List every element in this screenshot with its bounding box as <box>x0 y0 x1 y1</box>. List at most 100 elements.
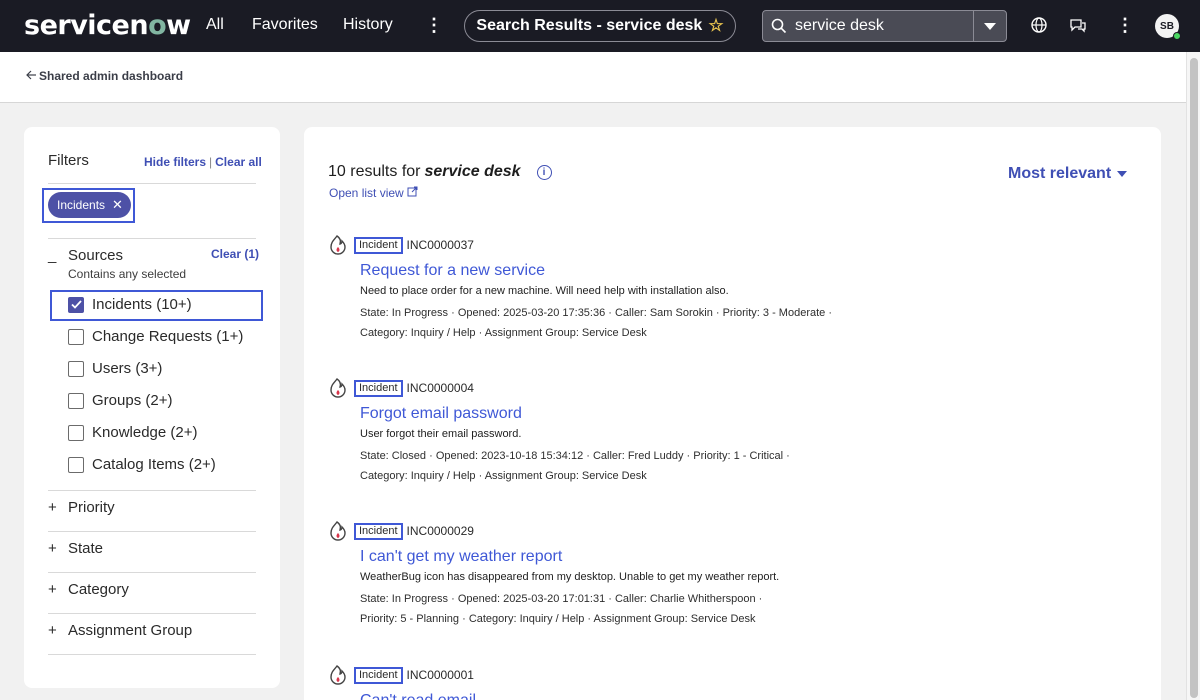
filters-panel: Filters Hide filters | Clear all Incidents… <box>24 127 280 688</box>
servicenow-logo[interactable]: servicenow <box>24 10 191 41</box>
breadcrumb-label: Shared admin dashboard <box>39 69 184 83</box>
sources-subtitle: Contains any selected <box>68 267 187 281</box>
checkbox[interactable] <box>68 360 84 377</box>
sources-clear-link[interactable]: Clear (1) <box>211 247 259 261</box>
incident-flame-icon <box>328 664 350 686</box>
accordion-label: Priority <box>68 499 115 516</box>
open-list-view-link[interactable]: Open list view <box>329 186 418 200</box>
accordion-label: Assignment Group <box>68 622 193 639</box>
divider <box>48 531 256 532</box>
result-title-link[interactable]: Request for a new service <box>360 262 1148 280</box>
record-number: INC0000004 <box>406 381 474 395</box>
context-title-pill[interactable]: Search Results - service desk ☆ <box>464 10 736 42</box>
result-title-link[interactable]: Forgot email password <box>360 405 1148 423</box>
meta-line: Category: Inquiry / Help · Assignment Gr… <box>360 470 647 482</box>
open-list-label: Open list view <box>329 186 404 200</box>
filter-actions: Hide filters | Clear all <box>144 155 262 169</box>
divider <box>48 238 256 239</box>
divider <box>48 613 256 614</box>
scrollbar-thumb[interactable] <box>1190 58 1198 698</box>
context-title: Search Results - service desk <box>476 17 703 34</box>
filter-category[interactable]: + Category <box>48 581 129 598</box>
incident-flame-icon <box>328 234 350 256</box>
meta-line: State: In Progress · Opened: 2025-03-20 … <box>360 593 763 605</box>
search-scope-dropdown[interactable] <box>973 11 1006 41</box>
sources-toggle[interactable]: _ Sources <box>48 247 123 264</box>
source-option-change-requests[interactable]: Change Requests (1+) <box>68 328 243 345</box>
record-type-tag: Incident <box>354 522 403 540</box>
filter-assignment-group[interactable]: + Assignment Group <box>48 622 192 639</box>
result-meta: State: Closed · Opened: 2023-10-18 15:34… <box>360 446 1148 486</box>
globe-icon[interactable] <box>1030 16 1050 36</box>
back-breadcrumb[interactable]: Shared admin dashboard <box>26 69 183 83</box>
chip-label: Incidents <box>57 198 106 212</box>
results-summary: 10 results for service desk i <box>328 163 552 181</box>
result-meta: State: In Progress · Opened: 2025-03-20 … <box>360 303 1148 343</box>
source-option-catalog-items[interactable]: Catalog Items (2+) <box>68 456 216 473</box>
accordion-label: Category <box>68 581 129 598</box>
source-option-users[interactable]: Users (3+) <box>68 360 162 377</box>
checkbox[interactable] <box>68 392 84 409</box>
clear-all-link[interactable]: Clear all <box>215 155 262 169</box>
top-navigation: servicenow All Favorites History ⋮ Searc… <box>0 0 1200 52</box>
option-label: Incidents (10+) <box>92 296 192 313</box>
checkbox-checked[interactable] <box>68 296 84 313</box>
option-label: Catalog Items (2+) <box>92 456 216 473</box>
result-title-link[interactable]: Can't read email <box>360 692 1148 700</box>
option-label: Users (3+) <box>92 360 163 377</box>
search-input[interactable]: service desk <box>795 17 973 35</box>
expand-icon: + <box>48 540 57 557</box>
arrow-left-icon <box>26 69 37 83</box>
source-option-knowledge[interactable]: Knowledge (2+) <box>68 424 197 441</box>
divider <box>48 654 256 655</box>
collapse-icon: _ <box>48 247 57 264</box>
caret-down-icon <box>1117 171 1128 177</box>
record-type-tag: Incident <box>354 379 403 397</box>
checkbox[interactable] <box>68 424 84 441</box>
online-status-dot <box>1173 32 1181 40</box>
meta-line: State: In Progress · Opened: 2025-03-20 … <box>360 307 833 319</box>
filter-state[interactable]: + State <box>48 540 103 557</box>
nav-favorites[interactable]: Favorites <box>252 16 318 34</box>
checkbox[interactable] <box>68 328 84 345</box>
result-description: WeatherBug icon has disappeared from my … <box>360 571 780 583</box>
search-icon <box>763 18 795 34</box>
source-option-incidents[interactable]: Incidents (10+) <box>68 296 192 313</box>
info-icon[interactable]: i <box>536 164 552 180</box>
record-number: INC0000029 <box>406 524 474 538</box>
divider <box>48 183 256 184</box>
result-item: Incident INC0000029 I can't get my weath… <box>328 521 1148 629</box>
sort-label: Most relevant <box>1008 165 1112 182</box>
result-item: Incident INC0000037 Request for a new se… <box>328 235 1148 343</box>
chat-icon[interactable] <box>1069 16 1089 36</box>
global-search[interactable]: service desk <box>762 10 1007 42</box>
more-options-icon[interactable]: ⋮ <box>1116 16 1134 34</box>
nav-more-icon[interactable]: ⋮ <box>425 16 443 34</box>
option-label: Groups (2+) <box>92 392 173 409</box>
checkbox[interactable] <box>68 456 84 473</box>
page-scrollbar[interactable] <box>1186 52 1200 700</box>
chevron-down-icon <box>984 22 996 30</box>
record-number: INC0000037 <box>406 238 474 252</box>
favorite-star-icon[interactable]: ☆ <box>708 16 723 36</box>
nav-history[interactable]: History <box>343 16 393 34</box>
active-filter-chip[interactable]: Incidents ✕ <box>48 192 131 218</box>
expand-icon: + <box>48 581 57 598</box>
result-description: User forgot their email password. <box>360 428 522 440</box>
sort-dropdown[interactable]: Most relevant <box>1008 165 1128 183</box>
record-number: INC0000001 <box>406 668 474 682</box>
avatar-initials: SB <box>1160 20 1174 32</box>
option-label: Knowledge (2+) <box>92 424 198 441</box>
record-type-tag: Incident <box>354 236 403 254</box>
expand-icon: + <box>48 499 57 516</box>
user-avatar[interactable]: SB <box>1155 14 1181 40</box>
result-title-link[interactable]: I can't get my weather report <box>360 548 1148 566</box>
nav-all[interactable]: All <box>206 16 224 34</box>
meta-line: Category: Inquiry / Help · Assignment Gr… <box>360 327 647 339</box>
hide-filters-link[interactable]: Hide filters <box>144 155 206 169</box>
remove-chip-icon[interactable]: ✕ <box>112 197 123 213</box>
sources-title: Sources <box>68 247 124 264</box>
breadcrumb-bar: Shared admin dashboard <box>0 52 1186 103</box>
filter-priority[interactable]: + Priority <box>48 499 115 516</box>
source-option-groups[interactable]: Groups (2+) <box>68 392 172 409</box>
